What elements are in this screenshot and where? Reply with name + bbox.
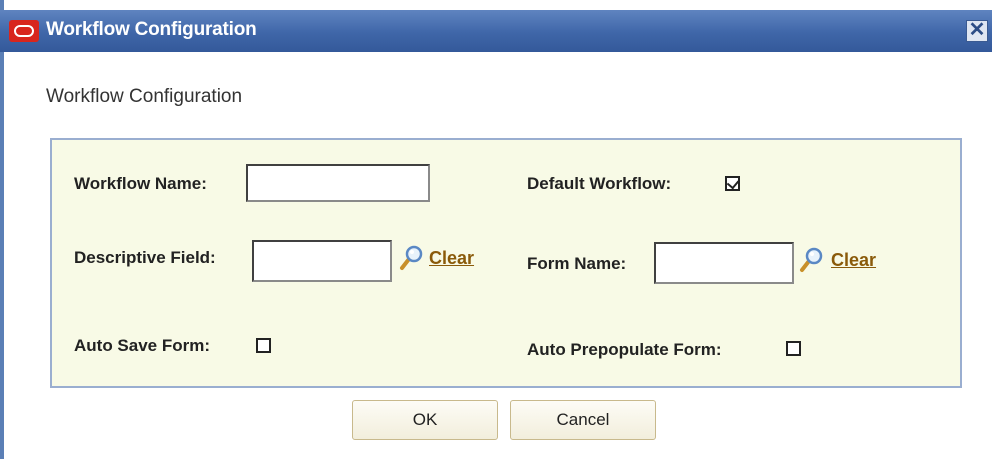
form-panel: Workflow Name: Default Workflow: Descrip… (50, 138, 962, 388)
workflow-configuration-dialog: Workflow Configuration ✕ Workflow Config… (0, 0, 992, 459)
default-workflow-checkbox[interactable] (725, 176, 740, 191)
auto-prepopulate-form-checkbox[interactable] (786, 341, 801, 356)
workflow-name-label: Workflow Name: (74, 174, 207, 193)
page-title: Workflow Configuration (46, 86, 243, 107)
title-bar[interactable]: Workflow Configuration ✕ (0, 10, 992, 52)
auto-save-form-label: Auto Save Form: (74, 336, 211, 355)
ok-button[interactable]: OK (352, 400, 498, 440)
window-title: Workflow Configuration (46, 19, 257, 40)
default-workflow-label: Default Workflow: (527, 174, 672, 193)
auto-prepopulate-form-label: Auto Prepopulate Form: (527, 340, 722, 359)
auto-save-form-checkbox[interactable] (256, 338, 271, 353)
workflow-name-input[interactable] (246, 164, 430, 202)
descriptive-field-label: Descriptive Field: (74, 248, 216, 267)
form-name-label: Form Name: (527, 254, 627, 273)
oracle-logo-icon (9, 20, 39, 42)
search-icon[interactable] (398, 244, 424, 272)
search-icon[interactable] (798, 246, 824, 274)
descriptive-field-input[interactable] (252, 240, 392, 282)
form-name-clear-link[interactable]: Clear (831, 250, 876, 271)
descriptive-field-clear-link[interactable]: Clear (429, 248, 474, 269)
close-icon[interactable]: ✕ (966, 20, 988, 42)
cancel-button[interactable]: Cancel (510, 400, 656, 440)
form-name-input[interactable] (654, 242, 794, 284)
window-left-border (0, 0, 4, 459)
